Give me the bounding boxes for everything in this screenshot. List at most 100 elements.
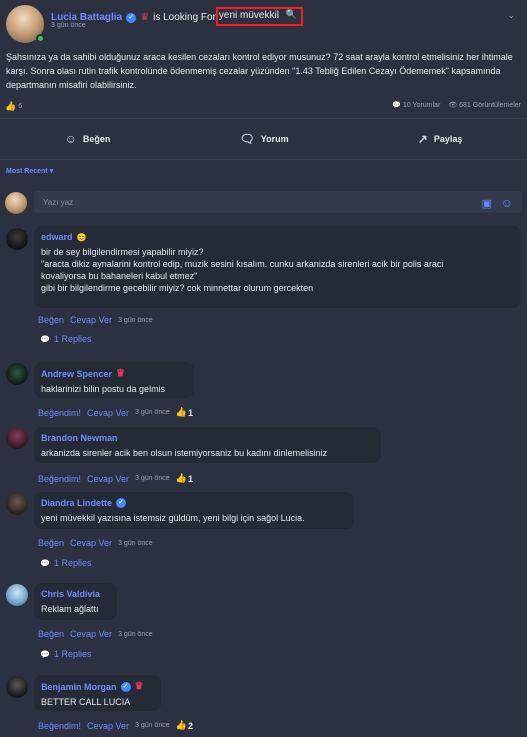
thumbs-up-icon: 👍 — [175, 407, 187, 417]
post-body: Şahsınıza ya da sahibi olduğunuz araca k… — [6, 52, 513, 90]
comment-author-name[interactable]: edward — [41, 232, 73, 242]
comment-author: edward 😊 — [41, 232, 514, 242]
sort-dropdown[interactable]: Most Recent ▾ — [6, 167, 53, 175]
comment-actions: Beğen Cevap Ver 3 gün önce — [38, 629, 153, 639]
caret-down-icon: ▾ — [49, 168, 54, 175]
looking-for-text: yeni müvekkil — [218, 10, 279, 21]
comment-bubbles-icon: 💬 — [392, 102, 401, 109]
like-comment-button[interactable]: Beğendim! — [38, 408, 81, 418]
online-status-dot — [36, 34, 45, 43]
comment-line: arkanizda sirenler acik ben olsun istemi… — [41, 448, 328, 458]
verified-icon: ✓ — [126, 12, 137, 23]
crown-icon: ♛ — [140, 12, 150, 23]
comment-line: gibi bir bilgilendirme gecebilir miyiz? … — [41, 283, 314, 293]
views-count: 👁 681 Görüntülemeler — [448, 101, 521, 109]
comment-time: 3 gün önce — [135, 409, 170, 416]
eye-icon: 👁 — [448, 102, 458, 109]
comment-like-count: 👍 1 — [176, 473, 193, 484]
post-action-text: is Looking For — [153, 12, 216, 23]
stats-right: 💬 10 Yorumlar 👁 681 Görüntülemeler — [392, 101, 521, 109]
like-comment-button[interactable]: Beğendim! — [38, 721, 81, 731]
comment-author: Benjamin Morgan ✓ ♛ — [41, 681, 154, 692]
comment-author-name[interactable]: Benjamin Morgan — [41, 682, 117, 692]
verified-icon: ✓ — [116, 498, 127, 508]
comment-time: 3 gün önce — [118, 539, 153, 547]
reply-button[interactable]: Cevap Ver — [87, 408, 129, 418]
comment-line: bir de sey bilgilendirmesi yapabilir miy… — [41, 247, 204, 257]
replies-count: 1 Replies — [53, 558, 92, 568]
reply-button[interactable]: Cevap Ver — [70, 315, 112, 325]
comment-line: BETTER CALL LUCIA — [41, 697, 131, 707]
comment-line: haklarinizi bilin postu da gelmis — [41, 384, 166, 394]
comment-button-label: Yorum — [260, 134, 289, 144]
comment-bubble: edward 😊 bir de sey bilgilendirmesi yapa… — [34, 226, 521, 308]
comment-author: Brandon Newman — [41, 433, 374, 443]
chevron-down-icon[interactable]: ⌄ — [507, 10, 515, 21]
emoji-icon[interactable]: ☺ — [501, 196, 513, 210]
like-comment-button[interactable]: Beğen — [38, 629, 64, 639]
reply-button[interactable]: Cevap Ver — [87, 721, 129, 731]
post-stats: 👍 6 💬 10 Yorumlar 👁 681 Görüntülemeler — [0, 99, 527, 115]
post-header: Lucia Battaglia ✓ ♛ is Looking For yeni … — [0, 0, 527, 44]
comment-like-count: 👍 1 — [176, 407, 193, 418]
magnifier-icon: 🔍 — [285, 9, 297, 19]
replies-icon: 💬 — [40, 558, 50, 568]
comment-like-value: 1 — [187, 407, 193, 418]
comment-bubble: Diandra Lindette ✓ yeni müvekkil yazısın… — [34, 492, 354, 529]
comment-bubble: Benjamin Morgan ✓ ♛ BETTER CALL LUCIA — [34, 675, 161, 711]
comment-bubble: Brandon Newman arkanizda sirenler acik b… — [34, 427, 381, 463]
comment-author: Diandra Lindette ✓ — [41, 498, 347, 508]
comment-author: Andrew Spencer ♛ — [41, 368, 187, 379]
comment-actions: Beğen Cevap Ver 3 gün önce — [38, 538, 153, 548]
comment-time: 3 gün önce — [118, 316, 153, 324]
verified-icon: ✓ — [120, 681, 131, 692]
comment-author-name[interactable]: Andrew Spencer — [41, 369, 112, 379]
replies-count: 1 Replies — [53, 334, 92, 344]
thumbs-up-icon: 👍 — [175, 720, 187, 730]
like-count-value: 6 — [18, 103, 23, 110]
comment-actions: Beğendim! Cevap Ver 3 gün önce 👍 2 — [38, 720, 193, 731]
avatar[interactable] — [6, 228, 28, 250]
reply-button[interactable]: Cevap Ver — [70, 629, 112, 639]
image-icon[interactable]: ▣ — [482, 197, 492, 210]
like-comment-button[interactable]: Beğen — [38, 315, 64, 325]
author-line: Lucia Battaglia ✓ ♛ is Looking For yeni … — [51, 7, 307, 27]
comment-input[interactable] — [34, 191, 522, 213]
reply-button[interactable]: Cevap Ver — [87, 474, 129, 484]
comment-line: "aracta dikiz aynalarini kontrol edip, m… — [41, 259, 444, 269]
thumbs-up-icon: 👍 — [5, 101, 17, 111]
share-button-label: Paylaş — [433, 134, 463, 144]
comment-author-name[interactable]: Brandon Newman — [41, 433, 118, 443]
comment-like-value: 2 — [187, 720, 193, 731]
like-comment-button[interactable]: Beğendim! — [38, 474, 81, 484]
comment-author-name[interactable]: Diandra Lindette — [41, 498, 112, 508]
comment-composer: ▣ ☺ — [0, 190, 527, 216]
comment-author-name[interactable]: Chris Valdivia — [41, 589, 100, 599]
avatar[interactable] — [6, 676, 28, 698]
reply-button[interactable]: Cevap Ver — [70, 538, 112, 548]
comment-time: 3 gün önce — [135, 475, 170, 482]
comment-button[interactable]: 🗨 Yorum — [240, 132, 289, 146]
comment-line: kovaliyorsa bu bahaneleri kabul etmez" — [41, 271, 198, 281]
share-button[interactable]: ↗ Paylaş — [418, 132, 463, 146]
comment-actions: Beğendim! Cevap Ver 3 gün önce 👍 1 — [38, 407, 193, 418]
like-button[interactable]: ☺ Beğen — [65, 132, 111, 146]
view-replies-link[interactable]: 💬 1 Replies — [40, 649, 92, 659]
thumbs-up-icon: 👍 — [175, 473, 187, 483]
avatar[interactable] — [6, 584, 28, 606]
like-count[interactable]: 👍 6 — [5, 101, 22, 112]
comments-count-label: 10 Yorumlar — [402, 102, 441, 109]
smile-emoji-icon: 😊 — [76, 232, 87, 242]
view-replies-link[interactable]: 💬 1 Replies — [40, 334, 92, 344]
like-comment-button[interactable]: Beğen — [38, 538, 64, 548]
avatar[interactable] — [6, 427, 28, 449]
comments-count[interactable]: 💬 10 Yorumlar — [392, 101, 440, 109]
comment-icon: 🗨 — [239, 132, 255, 146]
avatar[interactable] — [6, 363, 28, 385]
comment-bubble: Andrew Spencer ♛ haklarinizi bilin postu… — [34, 362, 194, 398]
avatar[interactable] — [6, 493, 28, 515]
comment-like-value: 1 — [187, 473, 193, 484]
crown-icon: ♛ — [116, 368, 125, 379]
like-button-label: Beğen — [82, 134, 111, 144]
view-replies-link[interactable]: 💬 1 Replies — [40, 558, 92, 568]
